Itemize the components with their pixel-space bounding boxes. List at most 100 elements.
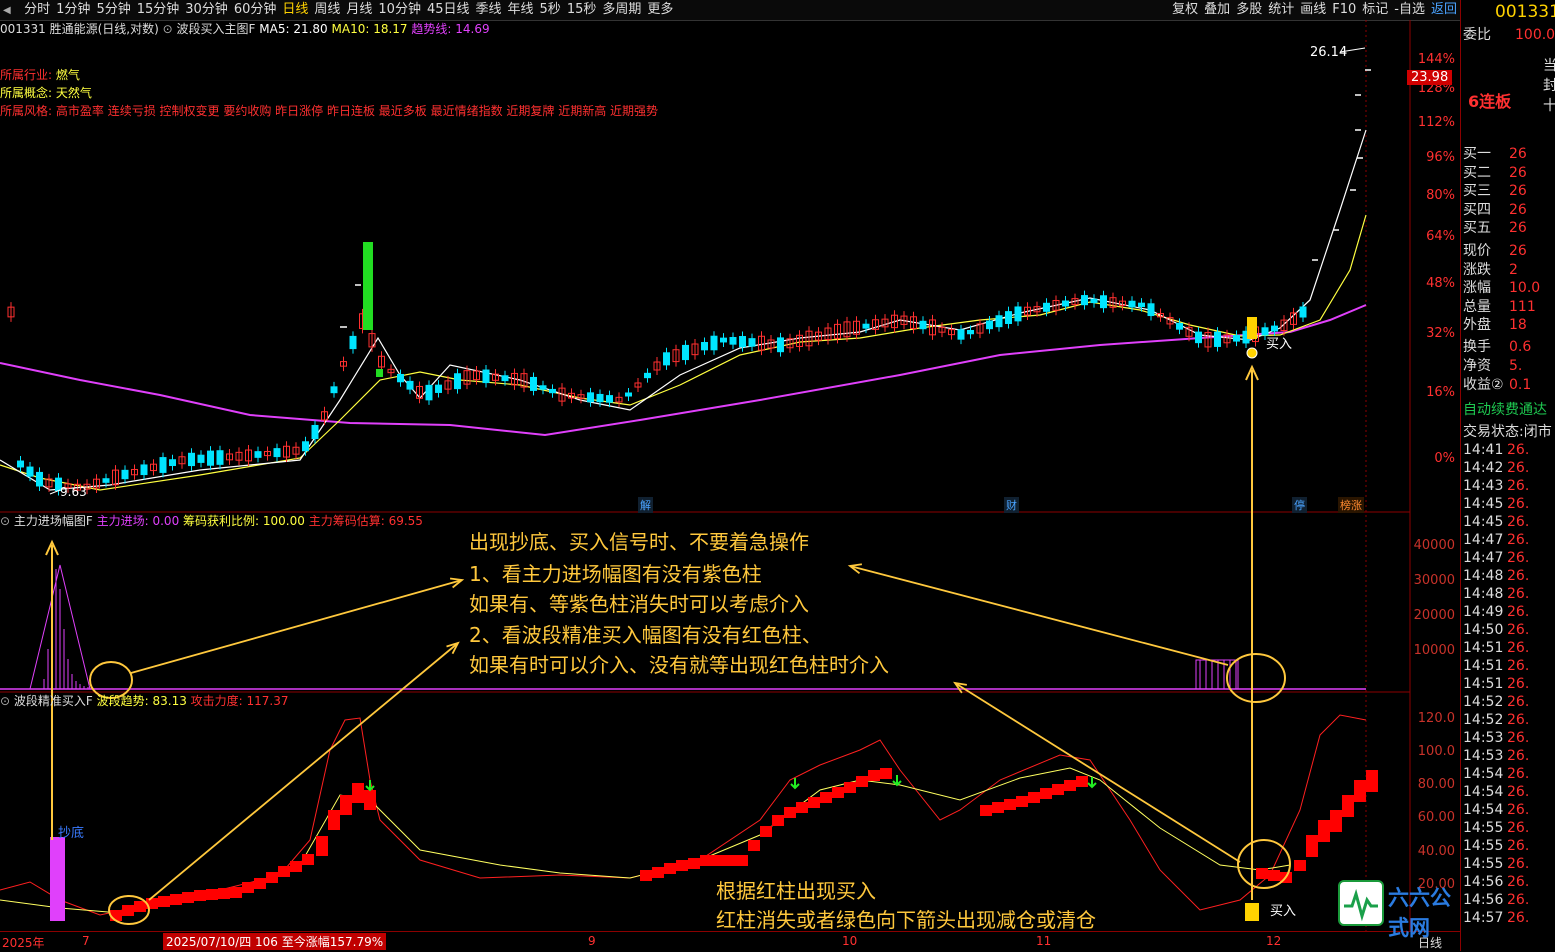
timeline-month-12: 12 <box>1266 934 1282 948</box>
stats2-label: 收益② <box>1463 377 1504 393</box>
toolbar-button-0[interactable]: 复权 <box>1169 0 1201 20</box>
side-char-3: 十 <box>1543 95 1555 115</box>
wave-red-bar <box>712 855 724 866</box>
auto-renew-link[interactable]: 自动续费通达 <box>1463 399 1547 419</box>
candle <box>701 342 708 351</box>
tab-12[interactable]: 年线 <box>505 0 537 20</box>
bids-value: 26 <box>1509 220 1527 236</box>
event-marker-rank[interactable]: 榜涨 <box>1338 497 1364 513</box>
candle <box>596 393 604 403</box>
stats-row: 现价 26 <box>1463 242 1555 260</box>
tick-price: 26. <box>1507 442 1530 458</box>
tab-8[interactable]: 月线 <box>343 0 375 20</box>
pct-tick: 32% <box>1426 326 1455 341</box>
tab-0[interactable]: 分时 <box>21 0 53 20</box>
tick-row: 14:49 26. <box>1463 603 1529 621</box>
tick-price: 26. <box>1507 784 1530 800</box>
toolbar-button-8[interactable]: 返回 <box>1428 0 1460 20</box>
tab-16[interactable]: 更多 <box>644 0 676 20</box>
tab-3[interactable]: 15分钟 <box>134 0 183 20</box>
event-marker-unlock[interactable]: 解 <box>638 497 653 513</box>
stats2-value: 0.6 <box>1509 339 1532 355</box>
candle <box>435 384 442 393</box>
candle <box>197 454 205 463</box>
wave-red-bar <box>1052 784 1064 795</box>
panel2-title[interactable]: 主力进场幅图F <box>14 514 93 528</box>
event-marker-halt[interactable]: 停 <box>1292 497 1307 513</box>
pct-tick: 48% <box>1426 276 1455 291</box>
wave-red-bar <box>688 858 700 869</box>
tick-price: 26. <box>1507 640 1530 656</box>
toolbar-button-6[interactable]: 标记 <box>1359 0 1391 20</box>
toolbar-button-5[interactable]: F10 <box>1329 0 1359 20</box>
candle <box>254 451 262 458</box>
candle <box>587 392 594 403</box>
tab-5[interactable]: 60分钟 <box>231 0 280 20</box>
panel3-tick: 80.00 <box>1417 777 1455 792</box>
toolbar-button-3[interactable]: 统计 <box>1265 0 1297 20</box>
annotation-arrow <box>130 579 463 674</box>
stats-row: 涨跌 2 <box>1463 261 1555 279</box>
side-stock-code[interactable]: 001331 <box>1495 2 1555 22</box>
bids-value: 26 <box>1509 146 1527 162</box>
toolbar-button-1[interactable]: 叠加 <box>1201 0 1233 20</box>
wave-red-bar <box>796 802 808 813</box>
tab-2[interactable]: 5分钟 <box>93 0 133 20</box>
toolbar-button-7[interactable]: -自选 <box>1391 0 1428 20</box>
wave-red-bar <box>700 855 712 866</box>
tick-price: 26. <box>1507 694 1530 710</box>
candle <box>919 320 927 330</box>
toolbar-expand-icon[interactable]: ◀ <box>0 5 17 16</box>
stats-row: 总量 111 <box>1463 298 1555 316</box>
current-price-tag: 23.98 <box>1407 70 1453 85</box>
toolbar-button-2[interactable]: 多股 <box>1233 0 1265 20</box>
stats-value: 18 <box>1509 317 1527 333</box>
tab-9[interactable]: 10分钟 <box>375 0 424 20</box>
tab-7[interactable]: 周线 <box>311 0 343 20</box>
timeline-cursor[interactable]: 2025/07/10/四 106 至今涨幅157.79% <box>163 933 387 950</box>
toolbar-button-4[interactable]: 画线 <box>1297 0 1329 20</box>
tick-price: 26. <box>1507 892 1530 908</box>
wave-red-bar <box>992 802 1004 813</box>
wave-red-bar <box>134 901 146 912</box>
tab-10[interactable]: 45日线 <box>424 0 473 20</box>
stats2-row: 换手 0.6 <box>1463 338 1555 356</box>
tab-14[interactable]: 15秒 <box>564 0 600 20</box>
panel2-toggle-icon[interactable]: ⊙ <box>0 514 10 528</box>
tick-price: 26. <box>1507 550 1530 566</box>
tab-6[interactable]: 日线 <box>279 0 311 20</box>
wave-red-bar <box>784 807 796 818</box>
tick-price: 26. <box>1507 676 1530 692</box>
timeline-year: 2025年 <box>2 936 45 950</box>
tick-price: 26. <box>1507 586 1530 602</box>
wave-red-bar <box>652 867 664 878</box>
buy-signal-label-lower: 买入 <box>1270 904 1297 919</box>
note-line-3: 如果有、等紫色柱消失时可以考虑介入 <box>469 592 809 616</box>
note-line-2: 1、看主力进场幅图有没有紫色柱 <box>469 562 762 586</box>
tick-time: 14:54 <box>1463 784 1504 800</box>
panel3-toggle-icon[interactable]: ⊙ <box>0 694 10 708</box>
tab-11[interactable]: 季线 <box>473 0 505 20</box>
wave-red-bar <box>772 815 784 826</box>
bottom-signal-bar <box>50 837 65 921</box>
candle <box>349 335 357 350</box>
streak-label: 6连板 <box>1468 92 1512 111</box>
tick-row: 14:55 26. <box>1463 819 1529 837</box>
right-toolbar: 复权 叠加 多股 统计 画线 F10 标记 -自选 返回 <box>1169 0 1460 20</box>
chart-canvas[interactable] <box>0 20 1460 951</box>
tick-price: 26. <box>1507 802 1530 818</box>
candle <box>36 471 43 487</box>
pct-tick: 144% <box>1417 52 1455 67</box>
sell-down-arrow <box>790 778 800 790</box>
panel3-title[interactable]: 波段精准买入F <box>14 694 93 708</box>
wave-red-bar <box>316 836 328 856</box>
bids-row: 买五 26 <box>1463 219 1555 237</box>
candle <box>1090 298 1098 304</box>
event-marker-finance[interactable]: 财 <box>1004 497 1019 513</box>
tab-4[interactable]: 30分钟 <box>182 0 231 20</box>
tick-time: 14:49 <box>1463 604 1504 620</box>
tab-15[interactable]: 多周期 <box>599 0 644 20</box>
tick-price: 26. <box>1507 532 1530 548</box>
tab-13[interactable]: 5秒 <box>537 0 564 20</box>
tab-1[interactable]: 1分钟 <box>53 0 93 20</box>
